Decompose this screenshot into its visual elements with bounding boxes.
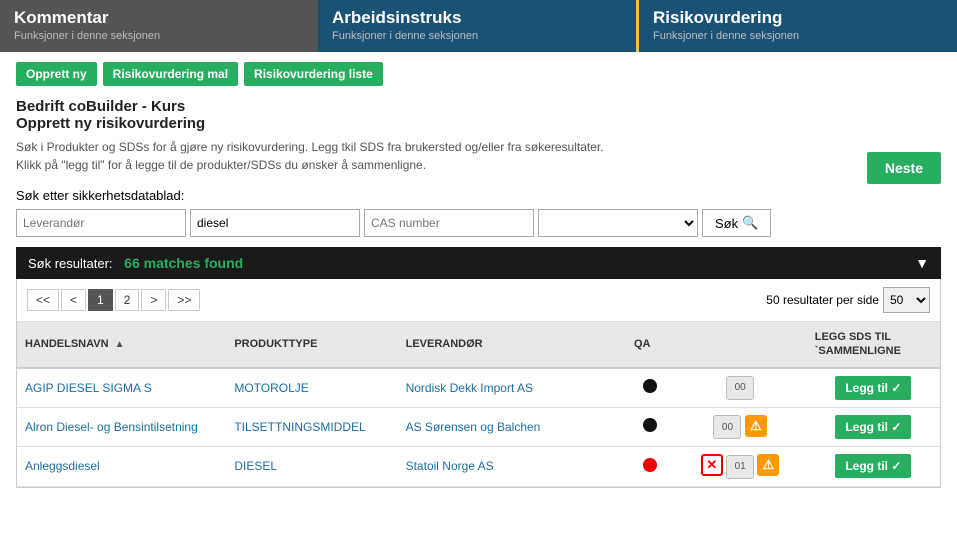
legg-til-cell: Legg til ✓ xyxy=(807,447,940,487)
produkttype-link[interactable]: MOTOROLJE xyxy=(234,381,308,395)
leverandor-header: LEVERANDØR xyxy=(398,322,626,368)
table-row: AGIP DIESEL SIGMA S MOTOROLJE Nordisk De… xyxy=(17,368,940,408)
page-heading: Bedrift coBuilder - Kurs Opprett ny risi… xyxy=(16,98,941,174)
page-title: Opprett ny risikovurdering xyxy=(16,115,941,132)
extra-select[interactable] xyxy=(538,209,698,237)
warning-icon[interactable]: ⚠ xyxy=(745,415,767,437)
handelsnavn-link[interactable]: Anleggsdiesel xyxy=(25,459,100,473)
produkttype-link[interactable]: TILSETTNINGSMIDDEL xyxy=(234,420,365,434)
icons-cell: ✕ 01 ⚠ xyxy=(674,447,807,487)
nav-kommentar[interactable]: Kommentar Funksjoner i denne seksjonen xyxy=(0,0,318,52)
qa-cell xyxy=(626,368,674,408)
risikovurdering-mal-button[interactable]: Risikovurdering mal xyxy=(103,62,238,86)
action-buttons: Opprett ny Risikovurdering mal Risikovur… xyxy=(16,62,941,86)
leverandor-cell: Statoil Norge AS xyxy=(398,447,626,487)
table-header-row: HANDELSNAVN ▲ PRODUKTTYPE LEVERANDØR QA … xyxy=(17,322,940,368)
nav-arbeidsinstruks[interactable]: Arbeidsinstruks Funksjoner i denne seksj… xyxy=(318,0,636,52)
leverandor-link[interactable]: AS Sørensen og Balchen xyxy=(406,420,541,434)
pagination: << < 1 2 > >> xyxy=(27,289,200,311)
qa-cell xyxy=(626,447,674,487)
icons-cell: 00 ⚠ xyxy=(674,407,807,447)
search-row: Søk 🔍 xyxy=(16,209,941,237)
produkttype-link[interactable]: DIESEL xyxy=(234,459,277,473)
x-mark-icon[interactable]: ✕ xyxy=(701,454,723,476)
legg-til-button[interactable]: Legg til ✓ xyxy=(835,376,911,400)
icons-cell: 00 xyxy=(674,368,807,408)
leverandor-link[interactable]: Statoil Norge AS xyxy=(406,459,494,473)
chat-icon[interactable]: 01 xyxy=(726,455,754,479)
handelsnavn-cell: Alron Diesel- og Bensintilsetning xyxy=(17,407,226,447)
results-table: HANDELSNAVN ▲ PRODUKTTYPE LEVERANDØR QA … xyxy=(17,322,940,487)
search-label: Søk etter sikkerhetsdatablad: xyxy=(16,188,941,203)
produkttype-cell: MOTOROLJE xyxy=(226,368,397,408)
handelsnavn-cell: AGIP DIESEL SIGMA S xyxy=(17,368,226,408)
table-row: Alron Diesel- og Bensintilsetning TILSET… xyxy=(17,407,940,447)
search-icon: 🔍 xyxy=(742,215,758,231)
risikovurdering-liste-button[interactable]: Risikovurdering liste xyxy=(244,62,383,86)
last-page-button[interactable]: >> xyxy=(168,289,200,311)
search-section: Søk etter sikkerhetsdatablad: Søk 🔍 xyxy=(16,188,941,237)
sort-arrow-icon: ▲ xyxy=(115,339,125,350)
page-2-button[interactable]: 2 xyxy=(115,289,140,311)
icons-header xyxy=(674,322,807,368)
handelsnavn-link[interactable]: AGIP DIESEL SIGMA S xyxy=(25,381,152,395)
qa-dot-black xyxy=(643,379,657,393)
top-nav: Kommentar Funksjoner i denne seksjonen A… xyxy=(0,0,957,52)
results-bar: Søk resultater: 66 matches found ▼ xyxy=(16,247,941,279)
legg-til-cell: Legg til ✓ xyxy=(807,368,940,408)
legg-til-button[interactable]: Legg til ✓ xyxy=(835,415,911,439)
produkttype-cell: TILSETTNINGSMIDDEL xyxy=(226,407,397,447)
qa-dot-black xyxy=(643,418,657,432)
next-page-button[interactable]: > xyxy=(141,289,166,311)
pagination-row: << < 1 2 > >> 50 resultater per side 50 … xyxy=(17,279,940,322)
legg-til-cell: Legg til ✓ xyxy=(807,407,940,447)
page-1-button[interactable]: 1 xyxy=(88,289,113,311)
warning-icon[interactable]: ⚠ xyxy=(757,454,779,476)
leverandor-input[interactable] xyxy=(16,209,186,237)
product-input[interactable] xyxy=(190,209,360,237)
page-desc2: Klikk på "legg til" for å legge til de p… xyxy=(16,156,941,174)
chat-icon[interactable]: 00 xyxy=(713,415,741,439)
page-desc1: Søk i Produkter og SDSs for å gjøre ny r… xyxy=(16,138,941,156)
table-row: Anleggsdiesel DIESEL Statoil Norge AS ✕ … xyxy=(17,447,940,487)
handelsnavn-cell: Anleggsdiesel xyxy=(17,447,226,487)
per-page-control: 50 resultater per side 50 25 100 xyxy=(766,287,930,313)
qa-header: QA xyxy=(626,322,674,368)
company-name: Bedrift coBuilder - Kurs xyxy=(16,98,941,115)
nav-risikovurdering[interactable]: Risikovurdering Funksjoner i denne seksj… xyxy=(636,0,957,52)
leverandor-cell: AS Sørensen og Balchen xyxy=(398,407,626,447)
sok-button[interactable]: Søk 🔍 xyxy=(702,209,771,237)
leverandor-cell: Nordisk Dekk Import AS xyxy=(398,368,626,408)
first-page-button[interactable]: << xyxy=(27,289,59,311)
qa-cell xyxy=(626,407,674,447)
chat-icon[interactable]: 00 xyxy=(726,376,754,400)
qa-dot-red xyxy=(643,458,657,472)
matches-count: 66 matches found xyxy=(124,255,243,271)
opprett-ny-button[interactable]: Opprett ny xyxy=(16,62,97,86)
handelsnavn-link[interactable]: Alron Diesel- og Bensintilsetning xyxy=(25,420,198,434)
legg-til-button[interactable]: Legg til ✓ xyxy=(835,454,911,478)
per-page-label: 50 resultater per side xyxy=(766,293,879,307)
results-label: Søk resultater: xyxy=(28,256,113,271)
cas-input[interactable] xyxy=(364,209,534,237)
neste-button[interactable]: Neste xyxy=(867,152,941,184)
prev-page-button[interactable]: < xyxy=(61,289,86,311)
legg-header: LEGG SDS TIL `SAMMENLIGNE xyxy=(807,322,940,368)
produkttype-header: PRODUKTTYPE xyxy=(226,322,397,368)
collapse-icon[interactable]: ▼ xyxy=(915,255,929,271)
per-page-select[interactable]: 50 25 100 xyxy=(883,287,930,313)
produkttype-cell: DIESEL xyxy=(226,447,397,487)
leverandor-link[interactable]: Nordisk Dekk Import AS xyxy=(406,381,533,395)
handelsnavn-header[interactable]: HANDELSNAVN ▲ xyxy=(17,322,226,368)
